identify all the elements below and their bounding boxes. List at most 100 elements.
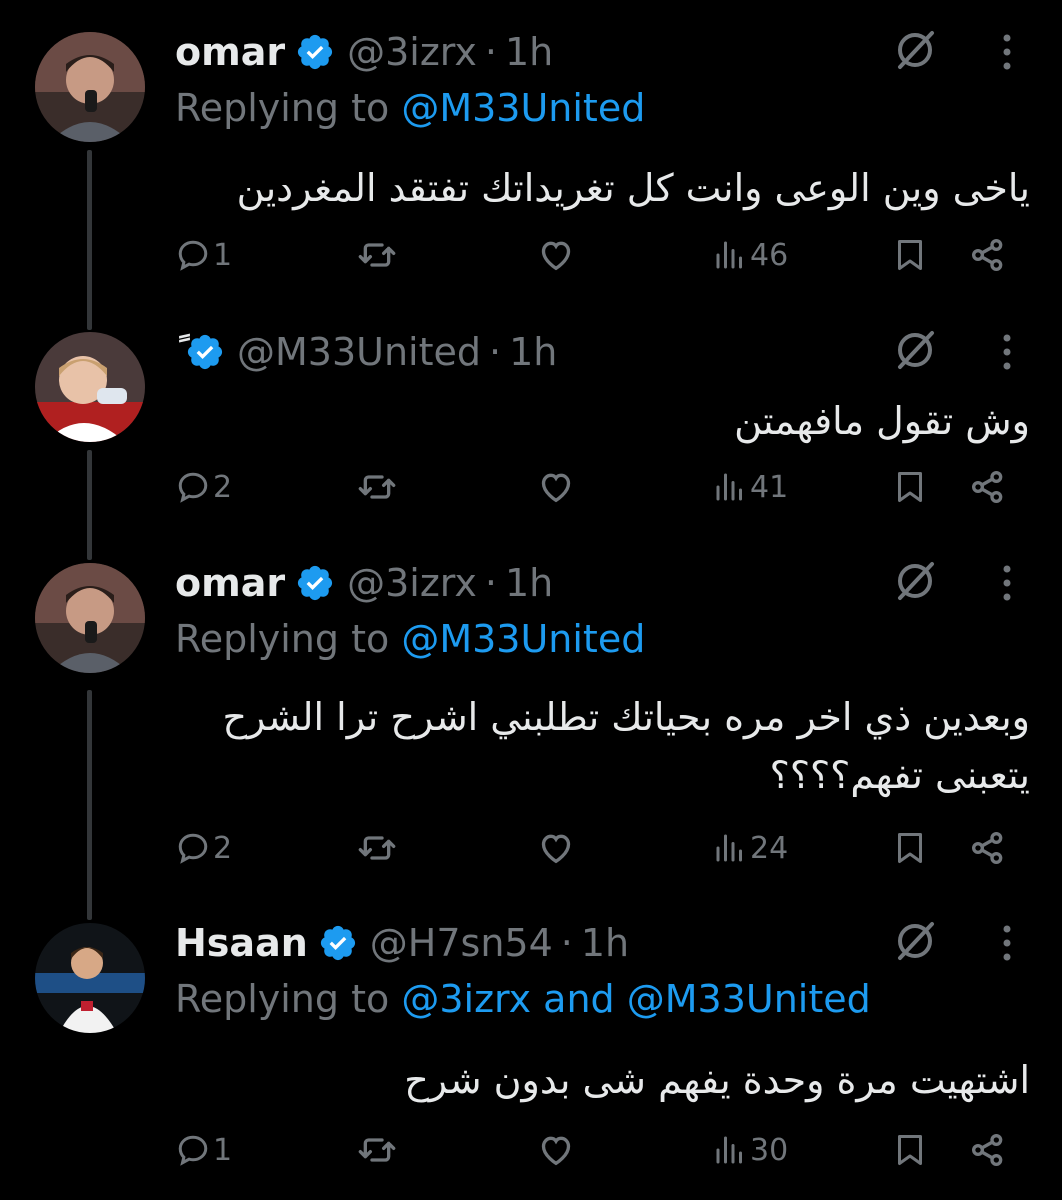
- bookmark-button[interactable]: [892, 230, 928, 280]
- like-icon: [541, 473, 571, 503]
- more-vertical-icon[interactable]: [1000, 923, 1014, 963]
- separator-dot: ·: [484, 30, 497, 74]
- display-name[interactable]: Hsaan: [175, 921, 308, 965]
- tweet[interactable]: ً @M33United · 1h وش تقول مافهمتن 2 41: [0, 322, 1062, 542]
- more-vertical-icon[interactable]: [1000, 563, 1014, 603]
- views-icon: [716, 834, 742, 862]
- bookmark-button[interactable]: [892, 462, 928, 512]
- views-count: 46: [750, 237, 789, 273]
- tweet-text: وبعدين ذي اخر مره بحياتك تطلبني اشرح ترا…: [222, 695, 1030, 797]
- verified-badge-icon: [185, 332, 225, 372]
- like-icon: [541, 1136, 571, 1166]
- like-button[interactable]: [536, 462, 578, 512]
- grok-icon[interactable]: [892, 327, 938, 373]
- tweet-header: omar @3izrx · 1h: [175, 22, 553, 82]
- retweet-icon: [358, 243, 396, 267]
- replying-to-link[interactable]: @M33United: [401, 86, 645, 130]
- like-icon: [541, 241, 571, 271]
- reply-button[interactable]: 1: [175, 1125, 232, 1175]
- retweet-icon: [358, 1138, 396, 1162]
- tweet-text: اشتهيت مرة وحدة يفهم شى بدون شرح: [404, 1058, 1030, 1102]
- tweet[interactable]: omar @3izrx · 1h Replying to @M33United …: [0, 553, 1062, 893]
- reply-button[interactable]: 1: [175, 230, 232, 280]
- replying-prefix: Replying to: [175, 617, 390, 661]
- reply-count: 2: [213, 830, 233, 866]
- views-icon: [716, 241, 742, 269]
- reply-icon: [178, 1135, 208, 1166]
- timestamp[interactable]: 1h: [581, 921, 629, 965]
- replying-to-link[interactable]: @M33United: [401, 617, 645, 661]
- user-handle[interactable]: @3izrx: [347, 30, 477, 74]
- bookmark-button[interactable]: [892, 1125, 928, 1175]
- avatar[interactable]: [35, 332, 145, 442]
- replying-prefix: Replying to: [175, 977, 390, 1021]
- tweet[interactable]: Hsaan @H7sn54 · 1h Replying to @3izrx an…: [0, 913, 1062, 1193]
- avatar[interactable]: [35, 923, 145, 1033]
- timestamp[interactable]: 1h: [509, 330, 557, 374]
- tweet-header: ً @M33United · 1h: [175, 322, 557, 382]
- like-button[interactable]: [536, 230, 578, 280]
- like-icon: [541, 834, 571, 864]
- more-vertical-icon[interactable]: [1000, 332, 1014, 372]
- reply-button[interactable]: 2: [175, 823, 232, 873]
- share-button[interactable]: [968, 462, 1008, 512]
- grok-icon[interactable]: [892, 558, 938, 604]
- separator-dot: ·: [484, 561, 497, 605]
- tweet-actions: 2 24: [0, 823, 1062, 873]
- reply-icon: [178, 472, 208, 503]
- views-icon: [716, 473, 742, 501]
- reply-icon: [178, 240, 208, 271]
- replying-to: Replying to @3izrx and @M33United: [175, 977, 871, 1021]
- tweet[interactable]: omar @3izrx · 1h Replying to @M33United …: [0, 22, 1062, 302]
- like-button[interactable]: [536, 1125, 578, 1175]
- separator-dot: ·: [560, 921, 573, 965]
- share-button[interactable]: [968, 1125, 1008, 1175]
- share-button[interactable]: [968, 230, 1008, 280]
- user-handle[interactable]: @M33United: [237, 330, 481, 374]
- like-button[interactable]: [536, 823, 578, 873]
- tweet-actions: 2 41: [0, 462, 1062, 512]
- share-icon: [972, 832, 1003, 864]
- tweet-actions: 1 46: [0, 230, 1062, 280]
- views-button[interactable]: 30: [712, 1125, 788, 1175]
- user-handle[interactable]: @3izrx: [347, 561, 477, 605]
- timestamp[interactable]: 1h: [505, 561, 553, 605]
- views-count: 30: [750, 1132, 789, 1168]
- views-button[interactable]: 46: [712, 230, 788, 280]
- grok-icon[interactable]: [892, 918, 938, 964]
- display-name[interactable]: omar: [175, 30, 285, 74]
- replying-to-link[interactable]: @3izrx and @M33United: [401, 977, 870, 1021]
- tweet-actions: 1 30: [0, 1125, 1062, 1175]
- retweet-button[interactable]: [357, 230, 399, 280]
- avatar[interactable]: [35, 563, 145, 673]
- retweet-button[interactable]: [357, 462, 399, 512]
- share-icon: [972, 239, 1003, 271]
- grok-icon[interactable]: [892, 27, 938, 73]
- user-handle[interactable]: @H7sn54: [370, 921, 553, 965]
- display-name[interactable]: omar: [175, 561, 285, 605]
- views-button[interactable]: 41: [712, 462, 788, 512]
- timestamp[interactable]: 1h: [505, 30, 553, 74]
- reply-button[interactable]: 2: [175, 462, 232, 512]
- share-button[interactable]: [968, 823, 1008, 873]
- retweet-button[interactable]: [357, 823, 399, 873]
- verified-badge-icon: [295, 563, 335, 603]
- more-vertical-icon[interactable]: [1000, 32, 1014, 72]
- views-count: 41: [750, 469, 789, 505]
- retweet-button[interactable]: [357, 1125, 399, 1175]
- avatar[interactable]: [35, 32, 145, 142]
- reply-count: 1: [213, 1132, 233, 1168]
- views-icon: [716, 1136, 742, 1164]
- retweet-icon: [358, 836, 396, 860]
- tweet-header: omar @3izrx · 1h: [175, 553, 553, 613]
- share-icon: [972, 1134, 1003, 1166]
- bookmark-button[interactable]: [892, 823, 928, 873]
- bookmark-icon: [898, 472, 922, 502]
- tweet-text: وش تقول مافهمتن: [734, 399, 1030, 443]
- tweet-text: ياخى وين الوعى وانت كل تغريداتك تفتقد ال…: [236, 166, 1030, 210]
- replying-prefix: Replying to: [175, 86, 390, 130]
- views-button[interactable]: 24: [712, 823, 788, 873]
- separator-dot: ·: [489, 330, 502, 374]
- verified-badge-icon: [295, 32, 335, 72]
- tweet-header: Hsaan @H7sn54 · 1h: [175, 913, 629, 973]
